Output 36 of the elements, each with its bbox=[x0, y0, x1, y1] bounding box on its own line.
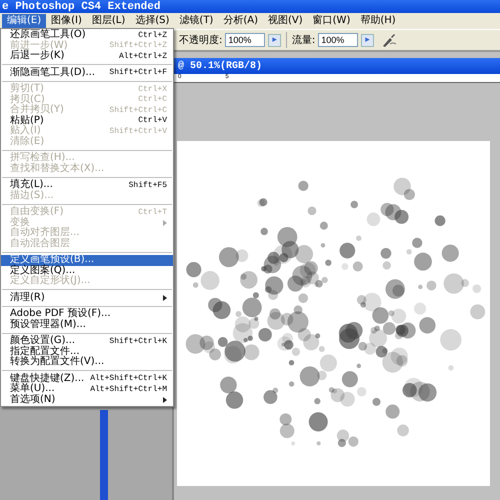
opacity-dropdown-button[interactable]: ▸ bbox=[268, 34, 281, 46]
menu-bar-item[interactable]: 分析(A) bbox=[218, 14, 263, 28]
menu-item[interactable]: 预设管理器(M)... bbox=[1, 320, 173, 330]
opacity-field[interactable]: 100% bbox=[225, 33, 266, 47]
opacity-label: 不透明度: bbox=[179, 34, 222, 47]
menu-item[interactable]: 填充(L)... Shift+F5 bbox=[1, 180, 173, 190]
menu-item[interactable]: 清理(R) bbox=[1, 292, 173, 303]
airbrush-icon[interactable] bbox=[380, 32, 397, 48]
menu-item[interactable]: 还原画笔工具(O) Ctrl+Z bbox=[1, 30, 173, 40]
flow-field[interactable]: 100% bbox=[318, 33, 358, 47]
menu-bar-item[interactable]: 滤镜(T) bbox=[174, 14, 218, 28]
menu-item[interactable]: Adobe PDF 预设(F)... bbox=[1, 309, 173, 320]
flow-dropdown-button[interactable]: ▸ bbox=[361, 34, 374, 46]
menu-bar-item[interactable]: 选择(S) bbox=[130, 14, 174, 28]
menu-bar-item[interactable]: 图像(I) bbox=[46, 14, 87, 28]
menu-bar-item[interactable]: 窗口(W) bbox=[308, 14, 356, 28]
menu-item[interactable]: 粘贴(P) Ctrl+V bbox=[1, 116, 173, 126]
menu-item[interactable]: 后退一步(K) Alt+Ctrl+Z bbox=[1, 51, 173, 62]
menu-bar-item[interactable]: 视图(V) bbox=[263, 14, 308, 28]
menu-bar-item[interactable]: 帮助(H) bbox=[355, 14, 401, 28]
flow-label: 流量: bbox=[292, 34, 316, 47]
menu-item[interactable]: 首选项(N) bbox=[1, 394, 173, 405]
submenu-arrow-icon bbox=[163, 220, 167, 226]
menu-item[interactable]: 指定配置文件... bbox=[1, 346, 173, 357]
menu-bar-item[interactable]: 编辑(E) bbox=[2, 14, 46, 28]
menu-item[interactable]: 菜单(U)... Alt+Shift+Ctrl+M bbox=[1, 384, 173, 394]
document-title: @ 50.1%(RGB/8) bbox=[178, 60, 262, 72]
menu-bar-item[interactable]: 图层(L) bbox=[86, 14, 130, 28]
menu-item[interactable]: 渐隐画笔工具(D)... Shift+Ctrl+F bbox=[1, 68, 173, 78]
submenu-arrow-icon bbox=[163, 396, 167, 403]
menu-item[interactable]: 颜色设置(G)... Shift+Ctrl+K bbox=[1, 336, 173, 346]
menu-item[interactable]: 键盘快捷键(Z)... Alt+Shift+Ctrl+K bbox=[1, 374, 173, 384]
submenu-arrow-icon bbox=[163, 294, 167, 301]
window-title: e Photoshop CS4 Extended bbox=[2, 0, 160, 12]
menu-item[interactable]: 定义图案(Q)... bbox=[1, 266, 173, 276]
menu-item[interactable]: 转换为配置文件(V)... bbox=[1, 357, 173, 368]
